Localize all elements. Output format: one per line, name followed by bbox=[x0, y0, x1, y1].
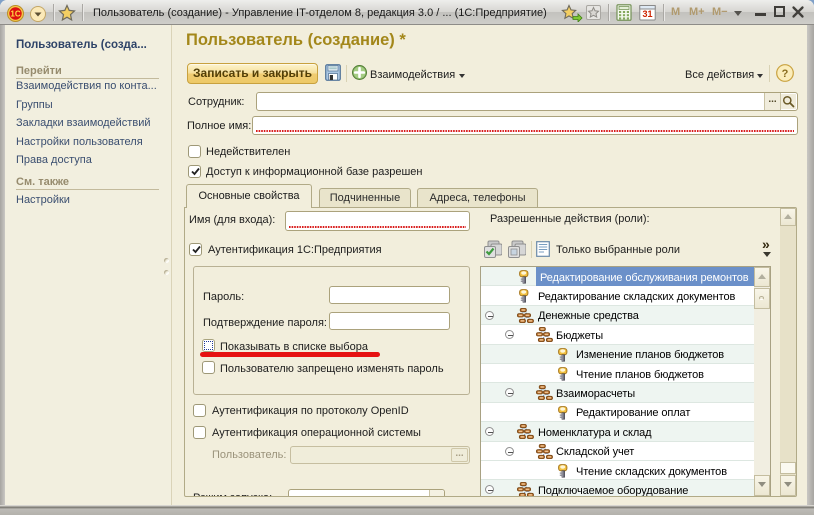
svg-text:31: 31 bbox=[642, 9, 652, 19]
svg-text:?: ? bbox=[782, 68, 789, 80]
svg-text:1С: 1С bbox=[10, 10, 20, 19]
